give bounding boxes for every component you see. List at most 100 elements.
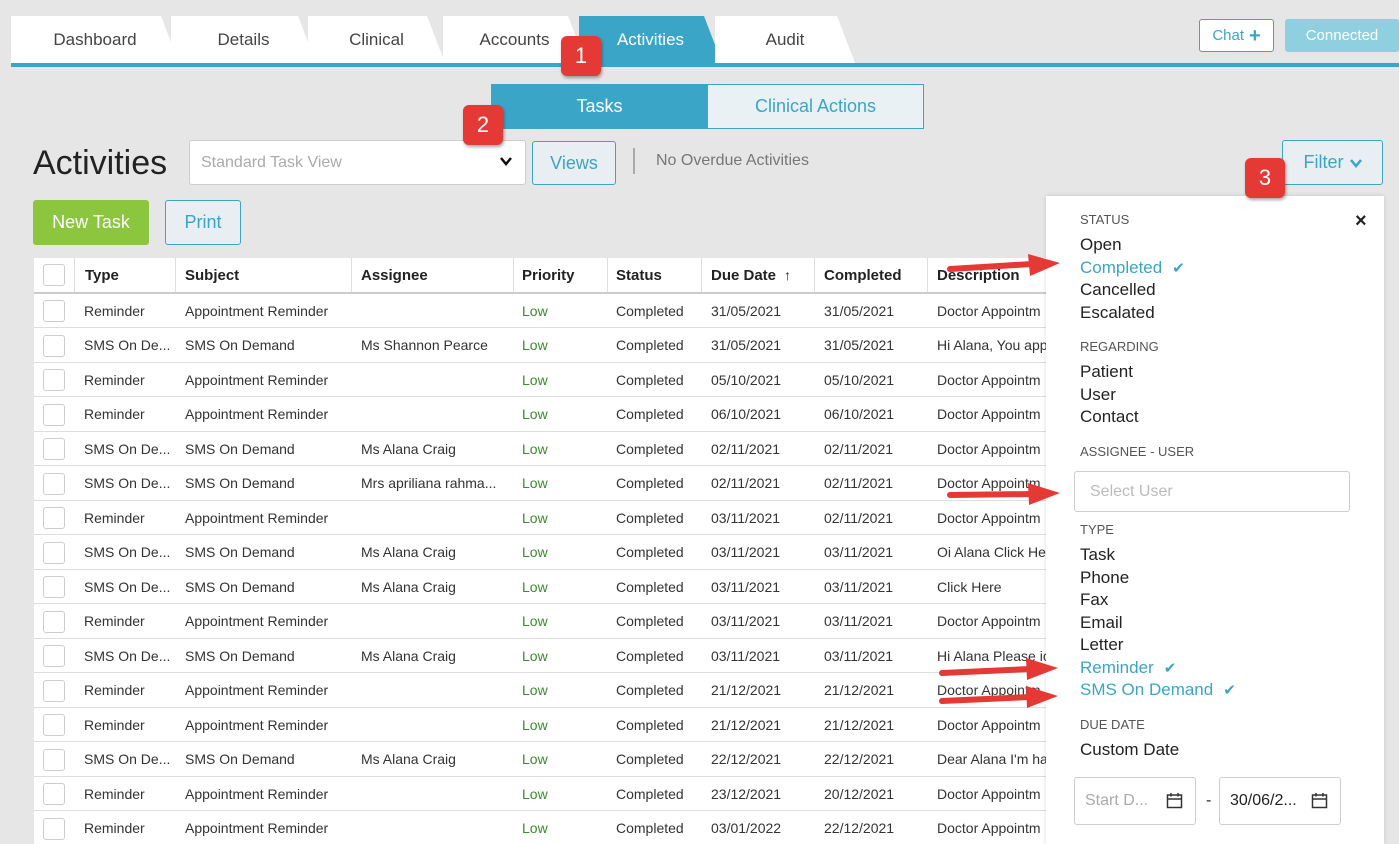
cell-assignee (352, 605, 514, 638)
select-user-input[interactable]: Select User (1074, 471, 1350, 512)
table-row[interactable]: Reminder Appointment Reminder Low Completed… (34, 501, 1054, 535)
table-row[interactable]: Reminder Appointment Reminder Low Completed… (34, 397, 1054, 432)
cell-priority: Low (522, 820, 548, 836)
cell-assignee: Ms Alana Craig (361, 440, 456, 457)
calendar-icon[interactable] (1311, 792, 1328, 809)
tab-dashboard[interactable]: Dashboard (11, 16, 179, 63)
cell-due-date: 02/11/2021 (711, 440, 781, 457)
cell-status: Completed (616, 337, 684, 353)
step-badge-2: 2 (463, 105, 503, 145)
table-row[interactable]: SMS On De... SMS On Demand Ms Alana Craig L… (34, 432, 1054, 466)
cell-completed: 31/05/2021 (824, 302, 895, 319)
col-type[interactable]: Type (74, 258, 176, 292)
table-row[interactable]: SMS On De... SMS On Demand Ms Alana Craig L… (34, 570, 1054, 604)
start-date-input[interactable]: Start D... (1074, 777, 1196, 825)
cell-status: Completed (616, 371, 684, 388)
filter-button[interactable]: Filter (1282, 140, 1383, 185)
segment-clinical-actions[interactable]: Clinical Actions (707, 84, 924, 129)
row-checkbox[interactable] (43, 507, 65, 529)
row-checkbox[interactable] (43, 610, 65, 633)
status-option-cancelled[interactable]: Cancelled (1080, 280, 1156, 300)
cell-type: Reminder (84, 716, 145, 733)
cell-status: Completed (616, 578, 684, 595)
row-checkbox[interactable] (43, 438, 65, 460)
row-checkbox[interactable] (43, 300, 65, 322)
type-option-letter[interactable]: Letter (1080, 635, 1123, 655)
tab-details[interactable]: Details (171, 16, 316, 63)
row-checkbox[interactable] (43, 576, 65, 598)
type-option-sms-on-demand[interactable]: SMS On Demand ✔ (1080, 680, 1236, 700)
row-checkbox[interactable] (43, 714, 65, 736)
col-subject[interactable]: Subject (176, 258, 352, 292)
tab-clinical[interactable]: Clinical (308, 16, 445, 63)
connected-button[interactable]: Connected (1285, 19, 1399, 52)
cell-priority: Low (522, 716, 548, 733)
status-section-label: STATUS (1080, 212, 1130, 227)
row-checkbox[interactable] (43, 748, 65, 771)
table-row[interactable]: SMS On De... SMS On Demand Ms Shannon Pear… (34, 328, 1054, 363)
type-option-fax[interactable]: Fax (1080, 590, 1108, 610)
close-icon[interactable]: × (1355, 210, 1367, 233)
views-button[interactable]: Views (532, 141, 616, 185)
table-row[interactable]: Reminder Appointment Reminder Low Completed… (34, 294, 1054, 328)
end-date-input[interactable]: 30/06/2... (1219, 777, 1341, 825)
table-row[interactable]: Reminder Appointment Reminder Low Completed… (34, 604, 1054, 639)
due-date-option-custom[interactable]: Custom Date (1080, 740, 1179, 760)
row-checkbox[interactable] (43, 783, 65, 805)
table-row[interactable]: Reminder Appointment Reminder Low Completed… (34, 673, 1054, 708)
row-checkbox[interactable] (43, 472, 65, 495)
col-assignee[interactable]: Assignee (352, 258, 514, 292)
status-option-completed[interactable]: Completed ✔ (1080, 258, 1185, 278)
table-row[interactable]: SMS On De... SMS On Demand Ms Alana Craig L… (34, 639, 1054, 673)
col-completed[interactable]: Completed (815, 258, 928, 292)
row-checkbox[interactable] (43, 679, 65, 702)
table-row[interactable]: SMS On De... SMS On Demand Ms Alana Craig L… (34, 742, 1054, 777)
table-row[interactable]: Reminder Appointment Reminder Low Completed… (34, 363, 1054, 397)
type-option-phone[interactable]: Phone (1080, 568, 1129, 588)
task-view-select[interactable]: Standard Task View (189, 140, 526, 185)
chat-button[interactable]: Chat + (1199, 19, 1274, 52)
cell-priority: Low (522, 509, 548, 526)
row-checkbox[interactable] (43, 369, 65, 391)
col-priority[interactable]: Priority (514, 258, 608, 292)
table-row[interactable]: Reminder Appointment Reminder Low Completed… (34, 708, 1054, 742)
type-option-email[interactable]: Email (1080, 613, 1123, 633)
status-option-escalated[interactable]: Escalated (1080, 303, 1155, 323)
regarding-option-user[interactable]: User (1080, 385, 1116, 405)
new-task-button[interactable]: New Task (33, 200, 149, 245)
table-row[interactable]: Reminder Appointment Reminder Low Completed… (34, 777, 1054, 811)
row-checkbox[interactable] (43, 403, 65, 426)
regarding-section-label: REGARDING (1080, 339, 1159, 354)
cell-priority: Low (522, 440, 548, 457)
regarding-option-patient[interactable]: Patient (1080, 362, 1133, 382)
row-checkbox[interactable] (43, 541, 65, 564)
cell-priority: Low (522, 337, 548, 353)
cell-description: Doctor Appointm (937, 302, 1041, 319)
print-button[interactable]: Print (165, 200, 241, 245)
cell-assignee (352, 708, 514, 741)
calendar-icon[interactable] (1166, 792, 1183, 809)
row-checkbox[interactable] (43, 334, 65, 357)
cell-subject: Appointment Reminder (185, 302, 329, 319)
cell-completed: 31/05/2021 (824, 337, 895, 353)
col-status[interactable]: Status (608, 258, 702, 292)
cell-completed: 21/12/2021 (824, 716, 895, 733)
status-option-open[interactable]: Open (1080, 235, 1122, 255)
tab-audit[interactable]: Audit (715, 16, 855, 63)
select-all-checkbox[interactable] (43, 264, 65, 286)
type-option-reminder[interactable]: Reminder ✔ (1080, 658, 1176, 678)
type-option-task[interactable]: Task (1080, 545, 1115, 565)
cell-due-date: 03/11/2021 (711, 509, 781, 526)
table-row[interactable]: SMS On De... SMS On Demand Mrs apriliana r… (34, 466, 1054, 501)
row-checkbox[interactable] (43, 817, 65, 840)
col-due-date[interactable]: Due Date ↑ (702, 258, 815, 292)
row-checkbox[interactable] (43, 645, 65, 667)
cell-status: Completed (616, 544, 684, 560)
table-row[interactable]: Reminder Appointment Reminder Low Completed… (34, 811, 1054, 844)
cell-description: Doctor Appointm (937, 406, 1041, 422)
cell-type: SMS On De... (84, 578, 171, 595)
regarding-option-contact[interactable]: Contact (1080, 407, 1139, 427)
table-row[interactable]: SMS On De... SMS On Demand Ms Alana Craig L… (34, 535, 1054, 570)
cell-type: SMS On De... (84, 544, 171, 560)
segment-tasks[interactable]: Tasks (491, 84, 708, 129)
